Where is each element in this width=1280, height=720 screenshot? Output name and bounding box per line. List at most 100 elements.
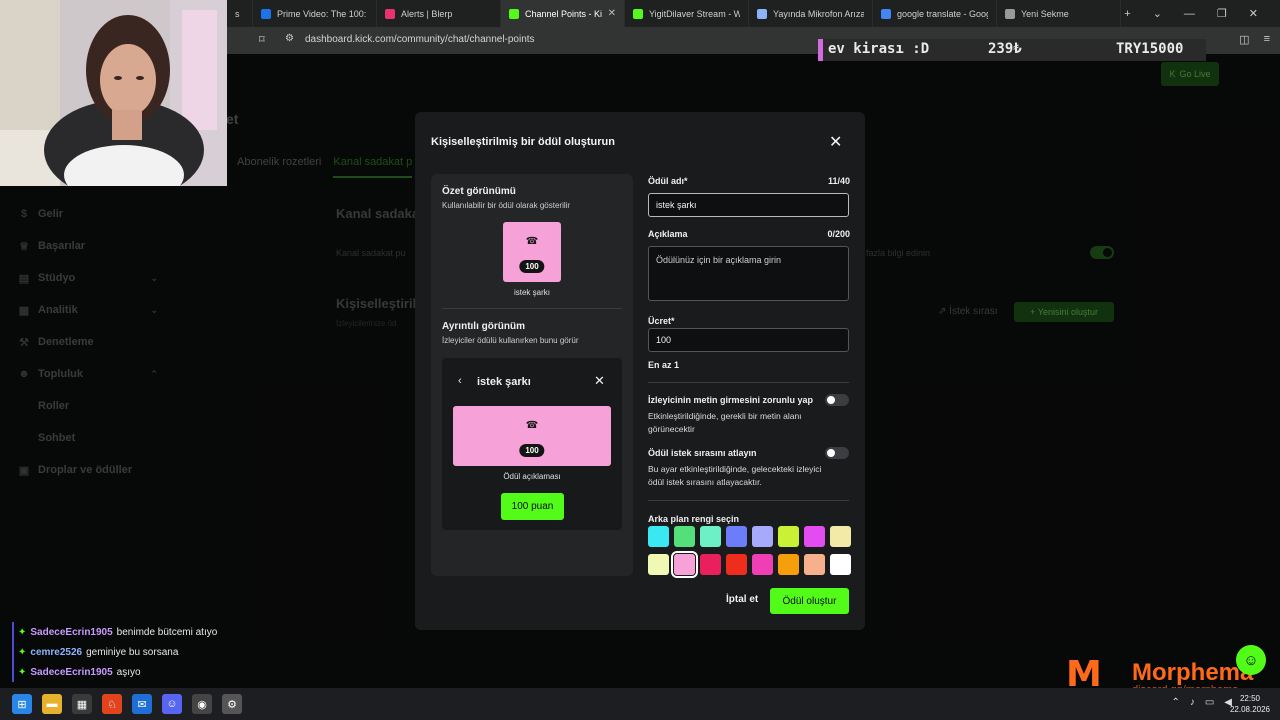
- close-icon: ✕: [594, 373, 605, 388]
- color-swatch[interactable]: [778, 554, 799, 575]
- clock-time: 22:50: [1239, 694, 1261, 703]
- color-swatch[interactable]: [671, 551, 698, 578]
- url-field[interactable]: dashboard.kick.com/community/chat/channe…: [305, 34, 535, 45]
- brave-icon[interactable]: ♘: [102, 694, 122, 714]
- close-icon[interactable]: ✕: [829, 132, 842, 152]
- webcam-feed: [0, 0, 227, 186]
- close-window-icon[interactable]: ✕: [1249, 7, 1258, 20]
- color-swatch[interactable]: [830, 526, 851, 547]
- color-swatch[interactable]: [804, 526, 825, 547]
- skip-queue-title: Ödül istek sırasını atlayın: [648, 448, 757, 458]
- skip-queue-toggle[interactable]: [825, 447, 849, 459]
- chat-message: ✦ SadeceEcrin1905 aşıyo: [12, 662, 217, 682]
- start-icon[interactable]: ⊞: [12, 694, 32, 714]
- color-swatch[interactable]: [752, 526, 773, 547]
- summary-title: Özet görünümü: [442, 186, 516, 197]
- cost-input[interactable]: 100: [648, 328, 849, 352]
- tray-chevron-icon[interactable]: ⌃: [1171, 697, 1179, 708]
- reward-name-counter: 11/40: [827, 176, 850, 186]
- color-swatch[interactable]: [648, 554, 669, 575]
- minimize-icon[interactable]: —: [1184, 8, 1195, 20]
- skip-queue-desc: Bu ayar etkinleştirildiğinde, gelecektek…: [648, 464, 822, 487]
- require-text-toggle[interactable]: [825, 394, 849, 406]
- mic-icon[interactable]: ♪: [1190, 697, 1195, 708]
- bookmark-icon[interactable]: ⌑: [259, 33, 265, 46]
- color-swatch[interactable]: [752, 554, 773, 575]
- maximize-icon[interactable]: ❐: [1217, 7, 1227, 20]
- browser-tab[interactable]: Yeni Sekme: [997, 0, 1121, 27]
- subscriber-badge-icon: ✦: [18, 626, 27, 638]
- chat-overlay: ✦ SadeceEcrin1905 benimde bütcemi atıyo ✦ ce…: [12, 622, 217, 682]
- color-swatch[interactable]: [804, 554, 825, 575]
- tab-close-icon[interactable]: ✕: [608, 8, 616, 19]
- browser-tab[interactable]: google translate - Google: [873, 0, 997, 27]
- site-info-icon[interactable]: ⚙: [285, 33, 294, 44]
- browser-tab[interactable]: Yayında Mikrofon Arızası: [749, 0, 873, 27]
- reward-cost-badge: 100: [519, 444, 545, 457]
- chat-username[interactable]: SadeceEcrin1905: [30, 627, 112, 638]
- divider: [442, 308, 622, 309]
- browser-tab[interactable]: YigitDilaver Stream - Wat: [625, 0, 749, 27]
- description-label: Açıklama: [648, 229, 688, 239]
- color-swatch[interactable]: [674, 526, 695, 547]
- color-swatch[interactable]: [726, 554, 747, 575]
- tab-favicon-icon: [757, 8, 767, 19]
- create-reward-button[interactable]: Ödül oluştur: [770, 588, 849, 614]
- tab-list-icon[interactable]: ⌄: [1153, 7, 1162, 20]
- reward-icon: ☎: [525, 420, 539, 431]
- goal-label: ev kirası :D: [828, 41, 930, 57]
- browser-tab[interactable]: Channel Points - Kick ✕: [501, 0, 625, 27]
- clock-date: 22.08.2026: [1229, 705, 1271, 714]
- chevron-left-icon: ‹: [458, 375, 462, 387]
- tab-favicon-icon: [509, 8, 519, 19]
- chat-text: aşıyo: [116, 666, 141, 678]
- reward-detail-preview: ‹ istek şarkı ✕ ☎ 100 Ödül açıklaması 10…: [442, 358, 622, 530]
- browser-tab[interactable]: Alerts | Blerp: [377, 0, 501, 27]
- require-text-desc: Etkinleştirildiğinde, gerekli bir metin …: [648, 411, 802, 434]
- divider: [648, 382, 849, 383]
- support-chat-icon[interactable]: ☺: [1236, 645, 1266, 675]
- settings-icon[interactable]: ⚙: [222, 694, 242, 714]
- require-text-title: İzleyicinin metin girmesini zorunlu yap: [648, 395, 814, 405]
- color-swatch[interactable]: [648, 526, 669, 547]
- reward-name-label: Ödül adı*: [648, 176, 688, 186]
- chat-username[interactable]: SadeceEcrin1905: [30, 667, 112, 678]
- browser-tab[interactable]: Prime Video: The 100: Se: [253, 0, 377, 27]
- discord-icon[interactable]: ☺: [162, 694, 182, 714]
- store-icon[interactable]: ▦: [72, 694, 92, 714]
- tab-favicon-icon: [261, 8, 271, 19]
- tab-label: Channel Points - Kick: [525, 8, 602, 19]
- file-explorer-icon[interactable]: ▬: [42, 694, 62, 714]
- color-swatch[interactable]: [700, 554, 721, 575]
- clock[interactable]: 22:50 22.08.2026: [1228, 693, 1272, 715]
- tab-label: YigitDilaver Stream - Wat: [649, 8, 740, 19]
- description-counter: 0/200: [827, 229, 850, 239]
- color-swatch[interactable]: [778, 526, 799, 547]
- chat-username[interactable]: cemre2526: [30, 647, 82, 658]
- stream-goal-overlay: ev kirası :D 239₺ TRY15000: [818, 39, 1206, 61]
- taskbar: ⊞ ▬ ▦ ♘ ✉ ☺ ◉ ⚙ ⌃ ♪ ▭ ◀: [0, 688, 1280, 720]
- new-tab-icon[interactable]: +: [1124, 8, 1130, 20]
- browser-tab[interactable]: s: [227, 0, 253, 27]
- tab-label: Prime Video: The 100: Se: [277, 8, 368, 19]
- summary-subtitle: Kullanılabilir bir ödül olarak gösterili…: [442, 201, 571, 210]
- description-textarea[interactable]: Ödülünüz için bir açıklama girin: [648, 246, 849, 301]
- brand-name: Morphema: [1132, 659, 1254, 686]
- menu-icon[interactable]: ≡: [1264, 33, 1270, 46]
- goal-current: 239₺: [988, 41, 1022, 57]
- color-swatch[interactable]: [726, 526, 747, 547]
- detail-title: Ayrıntılı görünüm: [442, 321, 525, 332]
- reward-name-input[interactable]: istek şarkı: [648, 193, 849, 217]
- display-icon[interactable]: ▭: [1205, 697, 1214, 708]
- reward-name-preview: istek şarkı: [513, 288, 550, 297]
- color-swatch[interactable]: [700, 526, 721, 547]
- cancel-button[interactable]: İptal et: [726, 594, 758, 605]
- cost-hint: En az 1: [648, 360, 680, 370]
- obs-icon[interactable]: ◉: [192, 694, 212, 714]
- sidebar-icon[interactable]: ◫: [1239, 33, 1249, 46]
- mail-icon[interactable]: ✉: [132, 694, 152, 714]
- screen: s Prime Video: The 100: Se Alerts | Blerp C…: [0, 0, 1280, 720]
- tab-favicon-icon: [385, 8, 395, 19]
- color-swatch[interactable]: [830, 554, 851, 575]
- goal-target: TRY15000: [1116, 41, 1184, 57]
